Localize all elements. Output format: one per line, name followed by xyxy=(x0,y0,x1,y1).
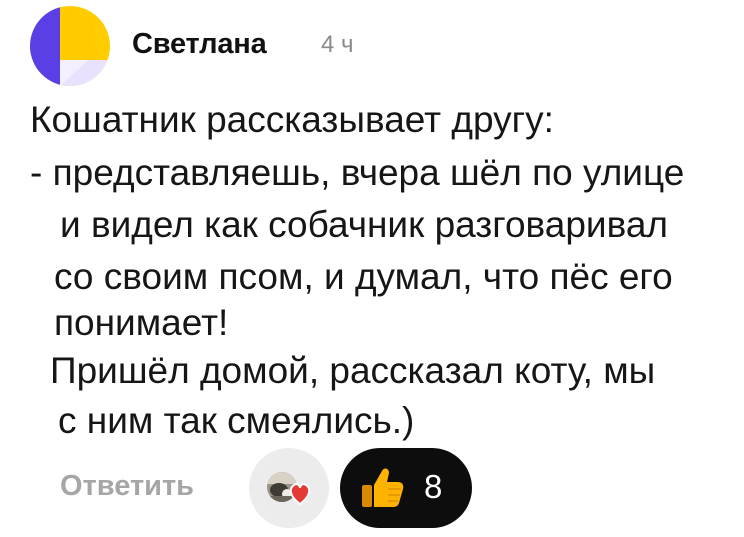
comment-text-line: и видел как собачник разговаривал xyxy=(60,204,669,245)
comment-text-line: Пришёл домой, рассказал коту, мы xyxy=(50,350,656,391)
comment: Светлана 4 ч Кошатник рассказывает другу… xyxy=(0,0,744,537)
likes-button[interactable]: 8 xyxy=(340,448,472,528)
heart-icon xyxy=(289,483,311,506)
avatar[interactable] xyxy=(30,6,110,86)
comment-text-line: Кошатник рассказывает другу: xyxy=(30,99,554,140)
avatar-icon xyxy=(30,6,110,86)
comment-text-line: со своим псом, и думал, что пёс его xyxy=(54,256,673,297)
comment-text-line: - представляешь, вчера шёл по улице xyxy=(30,152,685,193)
reply-button[interactable]: Ответить xyxy=(60,470,194,503)
reactors-button[interactable] xyxy=(249,448,329,528)
author-name[interactable]: Светлана xyxy=(132,28,267,61)
comment-time: 4 ч xyxy=(321,31,354,58)
thumbs-up-icon xyxy=(362,468,404,507)
likes-count: 8 xyxy=(424,468,443,505)
comment-text-line: с ним так смеялись.) xyxy=(58,400,415,441)
comment-text-line: понимает! xyxy=(54,302,229,343)
